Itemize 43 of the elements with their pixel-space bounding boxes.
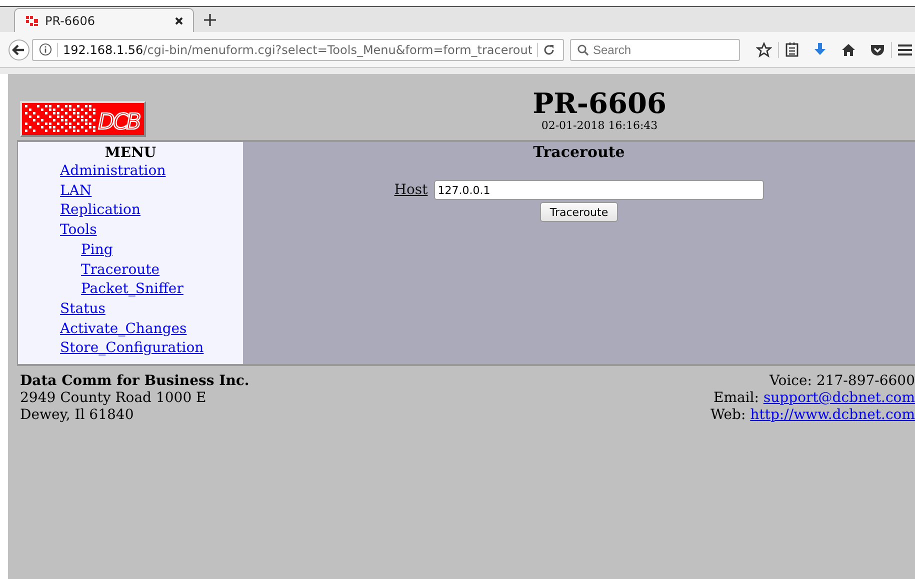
contact-label: Web: bbox=[710, 407, 747, 423]
contact-label: Email: bbox=[713, 390, 760, 406]
menu-link[interactable]: Status bbox=[60, 300, 106, 317]
menu-link[interactable]: Store_Configuration bbox=[60, 340, 204, 356]
menu-link[interactable]: LAN bbox=[60, 182, 92, 199]
menu-link[interactable]: Traceroute bbox=[81, 262, 160, 278]
search-field[interactable]: Search bbox=[570, 38, 740, 60]
menu-link[interactable]: Tools bbox=[60, 222, 97, 238]
browser-tab[interactable]: PR-6606 bbox=[14, 8, 194, 32]
contact-link[interactable]: support@dcbnet.com bbox=[763, 390, 915, 406]
close-icon[interactable] bbox=[175, 16, 183, 24]
host-field[interactable]: 127.0.0.1 bbox=[434, 180, 764, 200]
menu-link[interactable]: Ping bbox=[81, 242, 113, 258]
search-icon bbox=[577, 44, 589, 56]
info-icon[interactable] bbox=[39, 43, 52, 56]
company-logo: DCB bbox=[20, 101, 146, 137]
reload-icon[interactable] bbox=[543, 44, 555, 56]
bookmark-star-icon[interactable] bbox=[756, 42, 772, 58]
menu-link[interactable]: Packet_Sniffer bbox=[81, 281, 184, 298]
menu-link[interactable]: Replication bbox=[60, 202, 140, 218]
home-icon[interactable] bbox=[841, 42, 856, 56]
traceroute-button[interactable]: Traceroute bbox=[540, 202, 618, 222]
menu-icon[interactable] bbox=[898, 44, 912, 56]
date-time: 02-01-2018 16:16:43 bbox=[541, 119, 658, 133]
reading-list-icon[interactable] bbox=[785, 42, 799, 57]
address-bar[interactable]: 192.168.1.56/cgi-bin/menuform.cgi?select=Tools_Menu&form=form_tracerout bbox=[32, 38, 564, 60]
device-title: PR-6606 bbox=[532, 89, 666, 119]
url-text: 192.168.1.56/cgi-bin/menuform.cgi?select=Tools_Menu&form=form_tracerout bbox=[63, 42, 532, 56]
panel-heading: Traceroute bbox=[533, 143, 625, 161]
contact-text: Voice: 217-897-6600 bbox=[769, 373, 915, 389]
address-line: 2949 County Road 1000 E bbox=[20, 390, 208, 407]
company-name: Data Comm for Business Inc. bbox=[20, 373, 250, 390]
back-icon[interactable] bbox=[8, 38, 30, 60]
address-line: Dewey, Il 61840 bbox=[20, 407, 135, 424]
menu-link[interactable]: Activate_Changes bbox=[60, 320, 187, 337]
pocket-icon[interactable] bbox=[870, 42, 885, 56]
contact-link[interactable]: http://www.dcbnet.com bbox=[750, 407, 915, 423]
new-tab-icon[interactable] bbox=[204, 14, 216, 26]
host-label: Host bbox=[394, 182, 428, 198]
download-icon[interactable] bbox=[813, 42, 827, 57]
favicon-icon bbox=[25, 14, 39, 26]
menu-link[interactable]: Administration bbox=[60, 163, 166, 179]
menu-heading: MENU bbox=[104, 144, 158, 162]
